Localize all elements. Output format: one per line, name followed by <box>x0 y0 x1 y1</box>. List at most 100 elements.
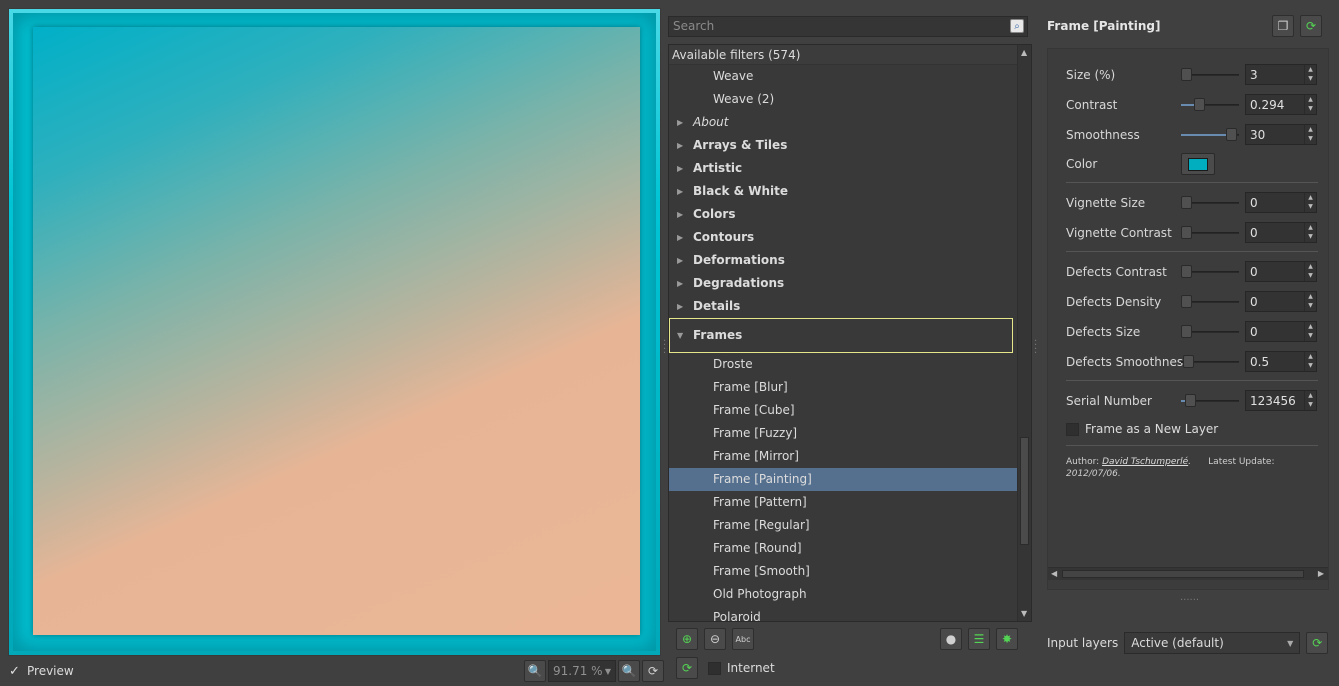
filter-item[interactable]: Polaroid <box>669 606 1031 621</box>
size-spinbox[interactable]: 3 ▲ ▼ <box>1245 64 1317 85</box>
filter-item[interactable]: Frame [Fuzzy] <box>669 422 1031 445</box>
defects-density-slider[interactable] <box>1181 295 1239 309</box>
defects-contrast-spinbox[interactable]: 0 ▲ ▼ <box>1245 261 1317 282</box>
filter-category[interactable]: ▶ Artistic <box>669 157 1031 180</box>
filter-item[interactable]: Frame [Smooth] <box>669 560 1031 583</box>
preview-toggle[interactable]: ✓ Preview <box>8 664 74 679</box>
tree-item-label: Frames <box>693 328 743 342</box>
filter-category[interactable]: ▶ Degradations <box>669 272 1031 295</box>
preview-canvas[interactable] <box>8 8 661 656</box>
smoothness-slider[interactable] <box>1181 128 1239 142</box>
smoothness-spinbox[interactable]: 30 ▲ ▼ <box>1245 124 1317 145</box>
defects-contrast-slider[interactable] <box>1181 265 1239 279</box>
vignette-size-spinbox[interactable]: 0 ▲ ▼ <box>1245 192 1317 213</box>
refresh-preview-icon[interactable]: ⟳ <box>642 660 664 682</box>
chevron-right-icon[interactable]: ▶ <box>677 203 683 226</box>
defects-size-slider[interactable] <box>1181 325 1239 339</box>
copy-icon[interactable]: ❐ <box>1272 15 1294 37</box>
filter-item[interactable]: Frame [Blur] <box>669 376 1031 399</box>
tree-item-label: Frame [Cube] <box>713 403 795 417</box>
filter-item[interactable]: Frame [Mirror] <box>669 445 1031 468</box>
color-picker-button[interactable] <box>1181 153 1215 175</box>
defects-smoothness-spinbox[interactable]: 0.5 ▲ ▼ <box>1245 351 1317 372</box>
filter-item[interactable]: Droste <box>669 353 1031 376</box>
filter-item[interactable]: Frame [Painting] <box>669 468 1017 491</box>
preview-checkbox[interactable]: ✓ <box>8 664 21 679</box>
title-buttons: ❐ ⟳ <box>1272 15 1322 37</box>
new-layer-checkbox[interactable] <box>1066 422 1079 436</box>
filter-item[interactable]: Frame [Pattern] <box>669 491 1031 514</box>
filter-item[interactable]: Weave (2) <box>669 88 1031 111</box>
chevron-right-icon[interactable]: ▶ <box>677 272 683 295</box>
defects-density-spinbox[interactable]: 0 ▲ ▼ <box>1245 291 1317 312</box>
scroll-down-icon[interactable]: ▼ <box>1021 609 1027 618</box>
internet-toggle[interactable]: Internet <box>708 661 775 675</box>
serial-number-spinbox[interactable]: 123456 ▲ ▼ <box>1245 390 1317 411</box>
chevron-right-icon[interactable]: ▶ <box>677 111 683 134</box>
serial-number-slider[interactable] <box>1181 394 1239 408</box>
chevron-right-icon[interactable]: ▶ <box>677 157 683 180</box>
defects-smoothness-slider[interactable] <box>1181 355 1239 369</box>
filter-item[interactable]: Weave <box>669 65 1031 88</box>
author-link[interactable]: David Tschumperlé <box>1102 457 1188 467</box>
reset-params-icon[interactable]: ⟳ <box>1300 15 1322 37</box>
scroll-up-icon[interactable]: ▲ <box>1021 48 1027 57</box>
chevron-right-icon[interactable]: ▶ <box>677 249 683 272</box>
filter-item[interactable]: Old Photograph <box>669 583 1031 606</box>
scroll-right-icon[interactable]: ▶ <box>1318 569 1324 578</box>
params-hscrollbar[interactable]: ◀ ▶ <box>1048 567 1328 580</box>
rename-icon[interactable]: Abc <box>732 628 754 650</box>
splitter-handle[interactable]: ······ <box>1180 596 1199 606</box>
filter-category[interactable]: ▶ About <box>669 111 1031 134</box>
internet-checkbox[interactable] <box>708 661 721 675</box>
chevron-right-icon[interactable]: ▶ <box>677 180 683 203</box>
chevron-right-icon[interactable]: ▶ <box>677 226 683 249</box>
spin-value: 0.5 <box>1250 355 1270 369</box>
filter-item[interactable]: Frame [Regular] <box>669 514 1031 537</box>
vignette-contrast-spinbox[interactable]: 0 ▲ ▼ <box>1245 222 1317 243</box>
search-input[interactable] <box>673 19 993 33</box>
remove-favorite-icon[interactable]: ⊖ <box>704 628 726 650</box>
update-filters-icon[interactable]: ⟳ <box>676 657 698 679</box>
filter-category[interactable]: ▶ Contours <box>669 226 1031 249</box>
tree-scrollbar[interactable]: ▲ ▼ <box>1017 45 1031 621</box>
input-layers-select[interactable]: Active (default) ▼ <box>1124 632 1301 654</box>
chevron-right-icon[interactable]: ▶ <box>677 134 683 157</box>
filter-item[interactable]: Frame [Round] <box>669 537 1031 560</box>
filter-tree[interactable]: Available filters (574) Weave Weave (2) ▶ A… <box>668 44 1032 622</box>
vignette-contrast-slider[interactable] <box>1181 226 1239 240</box>
search-icon[interactable]: ⌕ <box>1010 19 1024 33</box>
splitter-handle[interactable]: · · · · <box>663 337 666 359</box>
defects-size-spinbox[interactable]: 0 ▲ ▼ <box>1245 321 1317 342</box>
filter-category[interactable]: ▶ Deformations <box>669 249 1031 272</box>
vignette-size-slider[interactable] <box>1181 196 1239 210</box>
scroll-thumb[interactable] <box>1062 570 1304 578</box>
chevron-down-icon[interactable]: ▼ <box>677 318 683 353</box>
filter-category[interactable]: ▶ Details <box>669 295 1031 318</box>
chevron-right-icon[interactable]: ▶ <box>677 295 683 318</box>
preview-image <box>33 27 640 635</box>
search-field[interactable]: ⌕ <box>668 16 1028 37</box>
splitter-handle[interactable]: · · · · <box>1034 337 1037 359</box>
contrast-spinbox[interactable]: 0.294 ▲ ▼ <box>1245 94 1317 115</box>
zoom-in-icon[interactable]: 🔍 <box>618 660 640 682</box>
zoom-out-icon[interactable]: 🔍 <box>524 660 546 682</box>
sphere-icon[interactable]: ● <box>940 628 962 650</box>
expand-collapse-icon[interactable]: ☰ <box>968 628 990 650</box>
spin-value: 0 <box>1250 295 1258 309</box>
filter-category[interactable]: ▶ Colors <box>669 203 1031 226</box>
refresh-layers-icon[interactable]: ⟳ <box>1306 632 1329 654</box>
zoom-combo[interactable]: 91.71 % ▼ <box>548 660 616 682</box>
scroll-left-icon[interactable]: ◀ <box>1051 569 1057 578</box>
filter-category[interactable]: ▼ Frames <box>669 318 1013 353</box>
add-favorite-icon[interactable]: ⊕ <box>676 628 698 650</box>
filter-item[interactable]: Frame [Cube] <box>669 399 1031 422</box>
scroll-thumb[interactable] <box>1020 437 1029 545</box>
contrast-slider[interactable] <box>1181 98 1239 112</box>
new-layer-toggle[interactable]: Frame as a New Layer <box>1066 422 1218 436</box>
star-icon[interactable]: ✸ <box>996 628 1018 650</box>
filter-category[interactable]: ▶ Black & White <box>669 180 1031 203</box>
size-slider[interactable] <box>1181 68 1239 82</box>
separator <box>1066 445 1318 446</box>
filter-category[interactable]: ▶ Arrays & Tiles <box>669 134 1031 157</box>
